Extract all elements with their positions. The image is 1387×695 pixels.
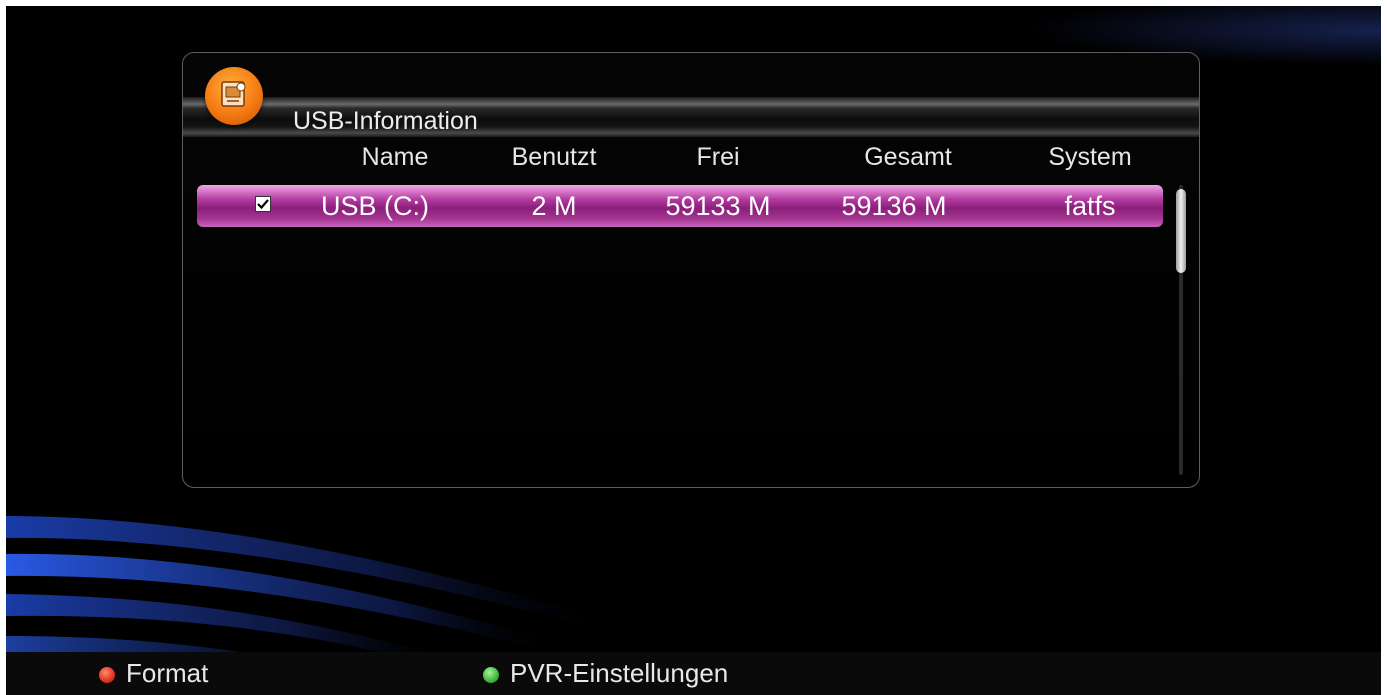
used-space: 2 M [531,191,577,221]
table-row[interactable]: USB (C:) 2 M 59133 M 59136 M fatfs [197,185,1163,227]
pvr-settings-label: PVR-Einstellungen [510,658,729,688]
device-name: USB (C:) [321,191,429,221]
background-swoosh [6,516,626,676]
usb-device-icon [205,67,263,125]
column-header-system: System [1048,143,1132,171]
checkmark-icon [257,199,269,210]
green-button-icon [483,667,499,683]
checkbox[interactable] [255,196,271,212]
scrollbar-thumb[interactable] [1176,189,1186,273]
usb-information-panel: USB-Information Name Benutzt Frei Gesamt… [182,52,1200,488]
column-header-used: Benutzt [511,143,597,171]
file-system: fatfs [1064,191,1116,221]
column-header-free: Frei [696,143,740,171]
free-space: 59133 M [665,191,771,221]
column-header-total: Gesamt [864,143,952,171]
total-space: 59136 M [841,191,947,221]
column-header-name: Name [361,143,429,171]
tv-screen: USB-Information Name Benutzt Frei Gesamt… [6,6,1381,695]
format-label: Format [126,658,209,688]
red-button-icon [99,667,115,683]
dialog-title: USB-Information [293,107,478,135]
footer-hints: Format PVR-Einstellungen [6,652,1381,695]
